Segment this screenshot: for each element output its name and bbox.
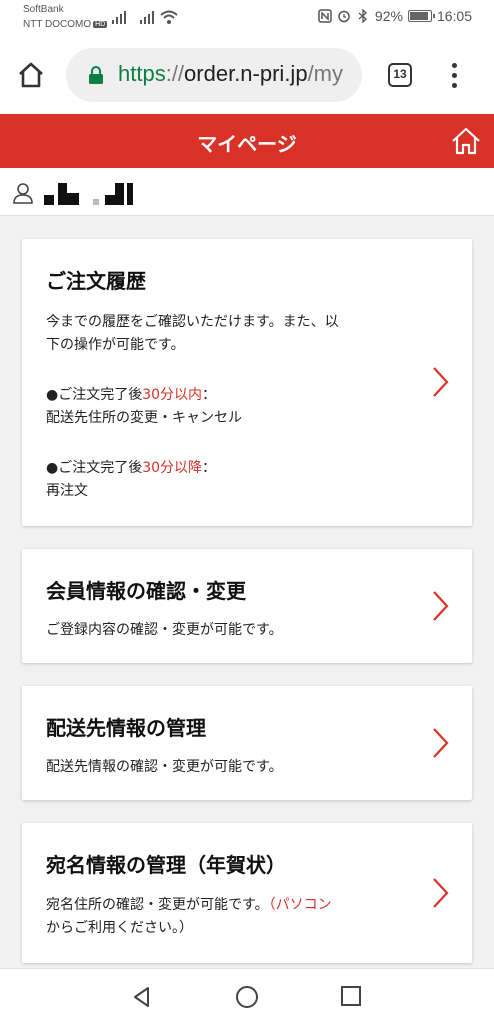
home-icon[interactable]	[450, 125, 482, 157]
battery-percent: 92%	[374, 8, 403, 24]
card-order-history[interactable]: ご注文履歴 今までの履歴をご確認いただけます。また、以 下の操作が可能です。 ●…	[22, 239, 472, 526]
desc-warning: （パソコン	[268, 897, 332, 913]
url-separator: ://	[165, 61, 185, 86]
card-title: 配送先情報の管理	[46, 716, 206, 740]
user-name-redacted	[44, 179, 133, 205]
desc-normal: 宛名住所の確認・変更が可能です。	[46, 897, 269, 913]
url-host: order.n-pri.jp	[184, 61, 308, 86]
chevron-right-icon	[433, 367, 449, 397]
home-circle-icon[interactable]	[235, 985, 259, 1009]
page-header: マイページ	[0, 114, 494, 168]
battery-icon	[407, 10, 435, 22]
card-address-info[interactable]: 宛名情報の管理（年賀状） 宛名住所の確認・変更が可能です。（パソコン からご利用…	[22, 823, 472, 963]
overflow-menu-icon[interactable]	[444, 60, 464, 90]
signal-icon-2	[140, 11, 154, 24]
card-member-info[interactable]: 会員情報の確認・変更 ご登録内容の確認・変更が可能です。	[22, 549, 472, 663]
url-bar[interactable]: https://order.n-pri.jp/my	[66, 48, 362, 102]
note-suffix: ：	[202, 460, 217, 476]
carrier-label-1: SoftBank	[23, 4, 64, 15]
hd-badge: HD	[93, 21, 108, 28]
system-nav-bar	[0, 968, 494, 1024]
browser-toolbar: https://order.n-pri.jp/my 13	[0, 34, 494, 114]
card-desc-line: 配送先情報の確認・変更が可能です。	[46, 759, 283, 775]
page-title: マイページ	[197, 132, 297, 156]
chevron-right-icon	[433, 878, 449, 908]
url-path: /my	[307, 61, 344, 86]
alarm-icon	[338, 10, 350, 23]
card-title: 宛名情報の管理（年賀状）	[46, 853, 286, 877]
user-bar	[0, 168, 494, 216]
status-right: 92% 16:05	[318, 8, 472, 24]
card-desc-line: 今までの履歴をご確認いただけます。また、以	[46, 314, 339, 330]
url-text: https://order.n-pri.jp/my	[118, 61, 343, 87]
note-prefix: ●ご注文完了後	[46, 460, 143, 476]
card-desc-line: 宛名住所の確認・変更が可能です。（パソコン	[46, 894, 332, 917]
card-desc-line: ご登録内容の確認・変更が可能です。	[46, 622, 283, 638]
order-note-within-detail: 配送先住所の変更・キャンセル	[46, 410, 242, 426]
bluetooth-icon	[358, 9, 367, 23]
card-title: 会員情報の確認・変更	[46, 579, 246, 603]
back-icon[interactable]	[130, 985, 154, 1009]
note-suffix: ：	[202, 387, 217, 403]
note-highlight: 30分以内	[142, 387, 203, 403]
nfc-icon	[318, 9, 332, 23]
recent-apps-icon[interactable]	[340, 985, 362, 1007]
chevron-right-icon	[433, 591, 449, 621]
clock: 16:05	[436, 8, 472, 24]
order-note-after: ●ご注文完了後30分以降：	[46, 457, 216, 480]
card-shipping-info[interactable]: 配送先情報の管理 配送先情報の確認・変更が可能です。	[22, 686, 472, 800]
note-prefix: ●ご注文完了後	[46, 387, 143, 403]
note-highlight: 30分以降	[142, 460, 203, 476]
lock-icon	[89, 66, 103, 84]
card-desc-line: 下の操作が可能です。	[46, 337, 185, 353]
order-note-within: ●ご注文完了後30分以内：	[46, 384, 216, 407]
carrier-name-2: NTT DOCOMO	[23, 19, 92, 30]
browser-home-icon[interactable]	[16, 60, 46, 90]
desc-warning-line: からご利用ください。）	[46, 920, 193, 936]
order-note-after-detail: 再注文	[46, 483, 88, 499]
card-title: ご注文履歴	[46, 269, 146, 293]
url-scheme: https	[118, 61, 166, 86]
carrier-label-2: NTT DOCOMO HD	[23, 19, 108, 30]
wifi-icon	[160, 10, 178, 24]
status-bar: SoftBank NTT DOCOMO HD 92% 16:05	[0, 0, 494, 34]
chevron-right-icon	[433, 728, 449, 758]
signal-icon	[112, 11, 126, 24]
user-icon	[13, 183, 33, 204]
tab-switcher-button[interactable]: 13	[388, 63, 412, 87]
